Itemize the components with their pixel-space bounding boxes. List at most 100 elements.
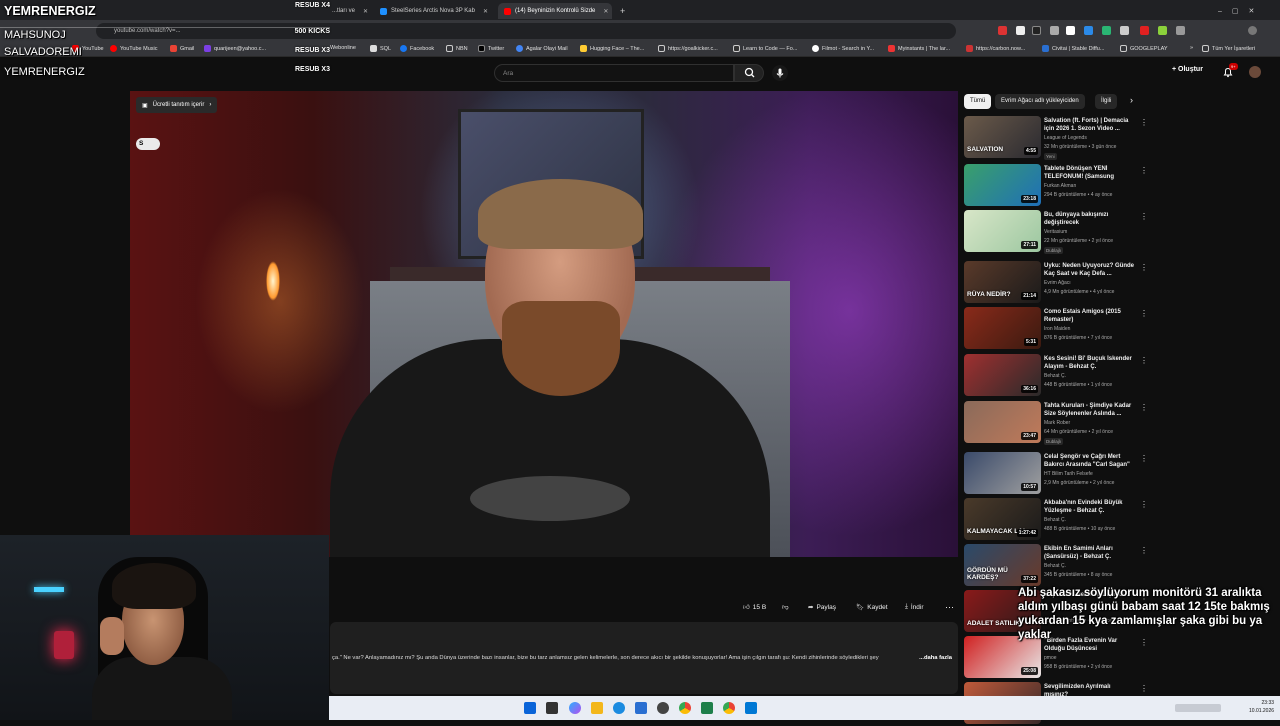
channel-name[interactable]: Mark Rober bbox=[1044, 420, 1070, 426]
close-tab-icon[interactable]: ✕ bbox=[603, 8, 608, 15]
more-options-icon[interactable]: ⋮ bbox=[1140, 166, 1148, 175]
recommendation-title[interactable]: Uyku: Neden Uyuyoruz? Günde Kaç Saat ve … bbox=[1044, 262, 1136, 278]
bookmark-item[interactable]: Twitter bbox=[478, 45, 504, 52]
channel-name[interactable]: Evrim Ağacı bbox=[1044, 280, 1071, 286]
recommendation-item[interactable]: 10:57 Celal Şengör ve Çağrı Mert Bakırcı … bbox=[964, 452, 1154, 496]
copilot-icon[interactable] bbox=[569, 702, 581, 714]
recommendation-item[interactable]: 27:11 Bu, dünyaya bakışınızı değiştirecek… bbox=[964, 210, 1154, 254]
start-menu-icon[interactable] bbox=[524, 702, 536, 714]
extension-icon[interactable] bbox=[1050, 26, 1059, 35]
chip-all[interactable]: Tümü bbox=[964, 94, 992, 109]
recommendation-title[interactable]: Ekibin En Samimi Anları (Sansürsüz) - Be… bbox=[1044, 545, 1136, 561]
store-icon[interactable] bbox=[635, 702, 647, 714]
channel-name[interactable]: Iron Maiden bbox=[1044, 326, 1070, 332]
bookmark-item[interactable]: https://goalkicker.c... bbox=[658, 45, 718, 52]
channel-name[interactable]: HT Bilim Tarih Felsefe bbox=[1044, 471, 1093, 477]
more-options-icon[interactable]: ⋮ bbox=[1140, 212, 1148, 221]
video-thumbnail[interactable]: SALVATION 4:55 bbox=[964, 116, 1041, 158]
video-thumbnail[interactable]: 23:18 bbox=[964, 164, 1041, 206]
search-button[interactable] bbox=[734, 64, 764, 82]
bookmark-item[interactable]: NBN bbox=[446, 45, 468, 52]
video-thumbnail[interactable]: GÖRDÜN MÜ KARDEŞ? 37:22 bbox=[964, 544, 1041, 586]
edge-icon[interactable] bbox=[613, 702, 625, 714]
chrome-icon[interactable] bbox=[679, 702, 691, 714]
profile-avatar-icon[interactable] bbox=[1248, 26, 1257, 35]
more-options-icon[interactable]: ⋮ bbox=[1140, 356, 1148, 365]
extensions-puzzle-icon[interactable] bbox=[1176, 26, 1185, 35]
channel-name[interactable]: Furkan Akman bbox=[1044, 183, 1076, 189]
create-button[interactable]: + Oluştur bbox=[1172, 66, 1203, 73]
recommendation-item[interactable]: 23:18 Tablete Dönüşen YENİ TELEFONUM! (Sa… bbox=[964, 164, 1154, 208]
extension-icon[interactable] bbox=[1016, 26, 1025, 35]
video-thumbnail[interactable]: 27:11 bbox=[964, 210, 1041, 252]
recommendation-item[interactable]: GÖRDÜN MÜ KARDEŞ? 37:22 Ekibin En Samimi A… bbox=[964, 544, 1154, 588]
chrome-profile-icon[interactable] bbox=[723, 702, 735, 714]
recommendation-item[interactable]: 23:47 Tahta Kuruları - Şimdiye Kadar Size… bbox=[964, 401, 1154, 445]
more-options-icon[interactable]: ⋮ bbox=[1140, 500, 1148, 509]
recommendation-title[interactable]: Bu, dünyaya bakışınızı değiştirecek bbox=[1044, 211, 1136, 227]
channel-name[interactable]: Behzat Ç. bbox=[1044, 563, 1066, 569]
recommendation-title[interactable]: Celal Şengör ve Çağrı Mert Bakırcı Arası… bbox=[1044, 453, 1136, 469]
extension-icon[interactable] bbox=[998, 26, 1007, 35]
recommendation-item[interactable]: 5:31 Como Estais Amigos (2015 Remaster) Ir… bbox=[964, 307, 1154, 351]
bookmark-item[interactable]: Learn to Code — Fo... bbox=[733, 45, 797, 52]
recommendation-title[interactable]: Salvation (ft. Forts) | Demacia için 202… bbox=[1044, 117, 1136, 133]
extension-icon[interactable] bbox=[1120, 26, 1129, 35]
extension-icon[interactable] bbox=[1102, 26, 1111, 35]
more-options-icon[interactable]: ⋮ bbox=[1140, 546, 1148, 555]
bookmark-item[interactable]: https://carbon.now... bbox=[966, 45, 1025, 52]
recommendation-item[interactable]: SALVATION 4:55 Salvation (ft. Forts) | Dem… bbox=[964, 116, 1154, 160]
video-thumbnail[interactable]: 23:47 bbox=[964, 401, 1041, 443]
chip-related[interactable]: İlgili bbox=[1095, 94, 1118, 109]
video-thumbnail[interactable]: 5:31 bbox=[964, 307, 1041, 349]
extension-icon[interactable] bbox=[1084, 26, 1093, 35]
window-controls[interactable]: –▢✕ bbox=[1212, 3, 1272, 19]
more-options-icon[interactable]: ⋮ bbox=[1140, 118, 1148, 127]
bookmark-item[interactable]: SQL bbox=[370, 45, 391, 52]
video-thumbnail[interactable]: KALMAYACAK LA! 1:27:42 bbox=[964, 498, 1041, 540]
chevron-right-icon[interactable]: › bbox=[1126, 94, 1137, 109]
search-input[interactable]: Ara bbox=[494, 64, 734, 82]
task-view-icon[interactable] bbox=[546, 702, 558, 714]
recommendation-item[interactable]: RÜYA NEDİR? 21:14 Uyku: Neden Uyuyoruz? Gü… bbox=[964, 261, 1154, 305]
new-tab-icon[interactable]: + bbox=[614, 3, 630, 19]
bookmark-item[interactable]: Filmot - Search in Y... bbox=[812, 45, 874, 52]
file-explorer-icon[interactable] bbox=[591, 702, 603, 714]
more-actions-icon[interactable]: ⋯ bbox=[945, 599, 954, 615]
bookmark-item[interactable]: Facebook bbox=[400, 45, 434, 52]
download-button[interactable]: ⤓ İndir bbox=[905, 599, 924, 615]
show-more-link[interactable]: ...daha fazla bbox=[916, 655, 952, 661]
browser-tab[interactable]: SteelSeries Arctis Nova 3P Kab ✕ bbox=[374, 3, 494, 19]
channel-name[interactable]: Behzat Ç. bbox=[1044, 517, 1066, 523]
recommendation-item[interactable]: KALMAYACAK LA! 1:27:42 Akbaba'nın Evindeki… bbox=[964, 498, 1154, 542]
recommendation-item[interactable]: 36:16 Kes Sesini! Bi' Buçuk İskender Alay… bbox=[964, 354, 1154, 398]
more-options-icon[interactable]: ⋮ bbox=[1140, 684, 1148, 693]
more-options-icon[interactable]: ⋮ bbox=[1140, 454, 1148, 463]
vscode-icon[interactable] bbox=[745, 702, 757, 714]
app-icon[interactable] bbox=[701, 702, 713, 714]
bookmark-item[interactable]: Agalar Olayi Mail bbox=[516, 45, 568, 52]
close-tab-icon[interactable]: ✕ bbox=[363, 8, 368, 15]
more-options-icon[interactable]: ⋮ bbox=[1140, 263, 1148, 272]
like-button[interactable]: 👍︎ 15 B bbox=[743, 599, 766, 615]
recommendation-title[interactable]: Kes Sesini! Bi' Buçuk İskender Alayım - … bbox=[1044, 355, 1136, 371]
video-player[interactable]: ▣ Ücretli tanıtım içerir › S bbox=[130, 91, 958, 557]
extension-icon[interactable] bbox=[1066, 26, 1075, 35]
obs-icon[interactable] bbox=[657, 702, 669, 714]
bookmark-item[interactable]: Webonline bbox=[330, 45, 356, 51]
browser-tab-active[interactable]: (14) Beyninizin Kontrolü Sizde ✕ bbox=[498, 3, 612, 19]
channel-name[interactable]: Behzat Ç. bbox=[1044, 373, 1066, 379]
extension-icon[interactable] bbox=[1140, 26, 1149, 35]
video-thumbnail[interactable]: 36:16 bbox=[964, 354, 1041, 396]
channel-name[interactable]: Veritasium bbox=[1044, 229, 1067, 235]
recommendation-title[interactable]: Como Estais Amigos (2015 Remaster) bbox=[1044, 308, 1136, 324]
more-options-icon[interactable]: ⋮ bbox=[1140, 403, 1148, 412]
video-thumbnail[interactable]: 10:57 bbox=[964, 452, 1041, 494]
video-thumbnail[interactable]: RÜYA NEDİR? 21:14 bbox=[964, 261, 1041, 303]
bookmark-item[interactable]: Civitai | Stable Diffu... bbox=[1042, 45, 1104, 52]
bookmark-item[interactable]: Myinstants | The lar... bbox=[888, 45, 950, 52]
browser-tab[interactable]: ...tları ve ✕ bbox=[326, 3, 370, 19]
more-bookmarks-icon[interactable]: » bbox=[1190, 45, 1193, 51]
extension-icon[interactable] bbox=[1032, 26, 1041, 35]
recommendation-title[interactable]: Akbaba'nın Evindeki Büyük Yüzleşme - Beh… bbox=[1044, 499, 1136, 515]
